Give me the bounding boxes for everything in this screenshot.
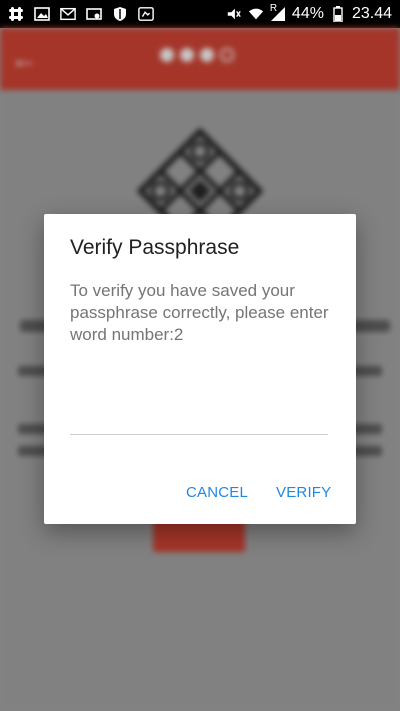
screenshot-icon — [138, 6, 154, 22]
image-icon — [34, 6, 50, 22]
battery-icon — [330, 6, 346, 22]
slack-icon — [8, 6, 24, 22]
battery-percent: 44% — [291, 5, 324, 22]
verify-button[interactable]: VERIFY — [270, 480, 337, 505]
wifi-icon — [248, 6, 264, 22]
shield-icon — [112, 6, 128, 22]
notification-icons — [0, 6, 154, 22]
dialog-title: Verify Passphrase — [70, 236, 240, 259]
cast-icon — [86, 6, 102, 22]
mute-icon — [226, 6, 242, 22]
status-bar: R 44% 23.44 — [0, 0, 400, 28]
passphrase-word-input[interactable] — [70, 404, 328, 435]
dialog-message: To verify you have saved your passphrase… — [70, 281, 329, 344]
gmail-icon — [60, 6, 76, 22]
signal-icon: R — [269, 3, 286, 22]
clock: 23.44 — [351, 5, 392, 22]
verify-passphrase-dialog: Verify Passphrase To verify you have sav… — [44, 214, 356, 524]
cancel-button[interactable]: CANCEL — [180, 480, 254, 505]
system-status: R 44% 23.44 — [226, 3, 400, 23]
network-type-label: R — [269, 3, 278, 14]
